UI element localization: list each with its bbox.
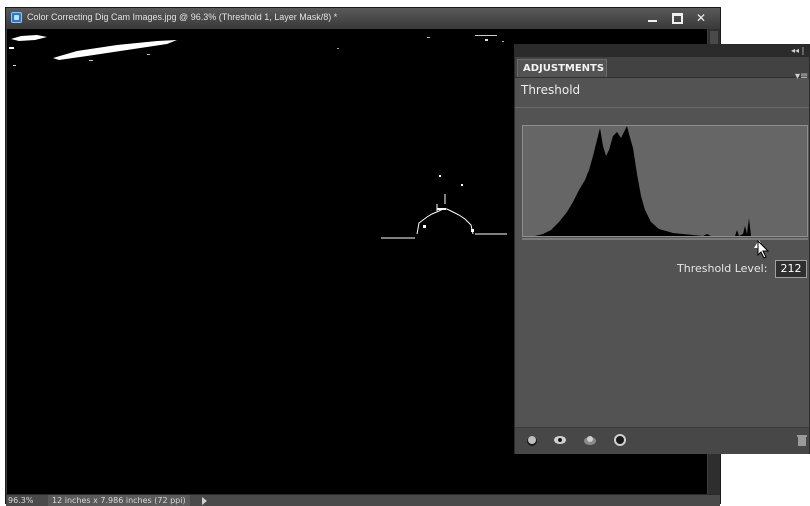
document-title: Color Correcting Dig Cam Images.jpg @ 96… [27, 12, 338, 22]
threshold-level-label: Threshold Level: [677, 262, 768, 275]
adjustment-title: Threshold [521, 83, 581, 97]
tab-adjustments[interactable]: ADJUSTMENTS [517, 59, 607, 77]
panel-footer [515, 427, 809, 454]
close-button[interactable]: ✕ [690, 8, 712, 28]
document-titlebar[interactable]: Color Correcting Dig Cam Images.jpg @ 96… [6, 8, 720, 28]
threshold-level-input[interactable]: 212 [775, 260, 807, 278]
maximize-button[interactable] [666, 8, 688, 28]
panel-top-bar[interactable]: ◂◂ | [515, 45, 809, 57]
visibility-eye-icon[interactable] [553, 433, 567, 447]
trash-icon[interactable] [795, 433, 809, 447]
minimize-button[interactable] [642, 8, 664, 28]
photoshop-app-icon [11, 12, 22, 23]
reset-icon[interactable] [613, 433, 627, 447]
zoom-level[interactable]: 96.3% [8, 495, 33, 506]
divider [515, 107, 809, 108]
threshold-histogram [522, 125, 808, 237]
view-previous-icon[interactable] [583, 433, 597, 447]
panel-tab-strip: ADJUSTMENTS ▾≡ [515, 57, 809, 82]
histogram-graph [535, 126, 807, 236]
document-size-info[interactable]: 12 inches x 7.986 inches (72 ppi) [48, 495, 190, 506]
mouse-pointer-icon [757, 239, 771, 260]
panel-menu-icon[interactable]: ▾≡ [795, 71, 808, 82]
scrollbar-thumb[interactable] [710, 31, 718, 45]
clip-layer-icon[interactable] [525, 433, 539, 447]
status-bar: 96.3% 12 inches x 7.986 inches (72 ppi) [6, 494, 720, 506]
collapse-panel-icon[interactable]: ◂◂ | [791, 45, 804, 57]
